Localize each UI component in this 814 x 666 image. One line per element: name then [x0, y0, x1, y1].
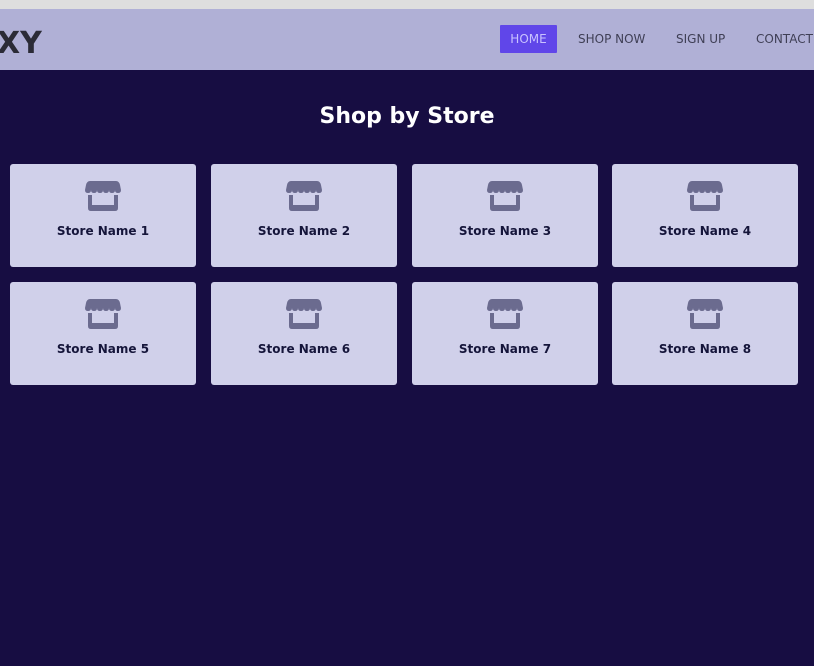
store-icon: [487, 299, 523, 329]
page-title: Shop by Store: [319, 104, 495, 129]
store-icon: [687, 181, 723, 211]
navbar: XY HOME SHOP NOW SIGN UP CONTACT: [0, 9, 814, 70]
browser-chrome-strip: [0, 0, 814, 9]
store-card[interactable]: Store Name 7: [412, 282, 598, 385]
store-icon: [487, 181, 523, 211]
store-name: Store Name 1: [56, 224, 150, 238]
store-card[interactable]: Store Name 1: [10, 164, 196, 267]
store-name: Store Name 8: [658, 342, 752, 356]
store-card[interactable]: Store Name 5: [10, 282, 196, 385]
store-name: Store Name 2: [257, 224, 351, 238]
nav-contact-link[interactable]: CONTACT: [756, 25, 813, 53]
store-card[interactable]: Store Name 6: [211, 282, 397, 385]
store-icon: [85, 181, 121, 211]
site-logo[interactable]: XY: [0, 29, 42, 59]
nav-sign-up-link[interactable]: SIGN UP: [676, 25, 725, 53]
store-card[interactable]: Store Name 4: [612, 164, 798, 267]
store-name: Store Name 4: [658, 224, 752, 238]
store-name: Store Name 3: [458, 224, 552, 238]
nav-home-link[interactable]: HOME: [500, 25, 557, 53]
store-icon: [687, 299, 723, 329]
store-card[interactable]: Store Name 3: [412, 164, 598, 267]
store-icon: [286, 181, 322, 211]
store-name: Store Name 5: [56, 342, 150, 356]
store-name: Store Name 6: [257, 342, 351, 356]
nav-shop-now-link[interactable]: SHOP NOW: [578, 25, 645, 53]
store-card[interactable]: Store Name 8: [612, 282, 798, 385]
store-card[interactable]: Store Name 2: [211, 164, 397, 267]
store-icon: [286, 299, 322, 329]
store-name: Store Name 7: [458, 342, 552, 356]
store-icon: [85, 299, 121, 329]
